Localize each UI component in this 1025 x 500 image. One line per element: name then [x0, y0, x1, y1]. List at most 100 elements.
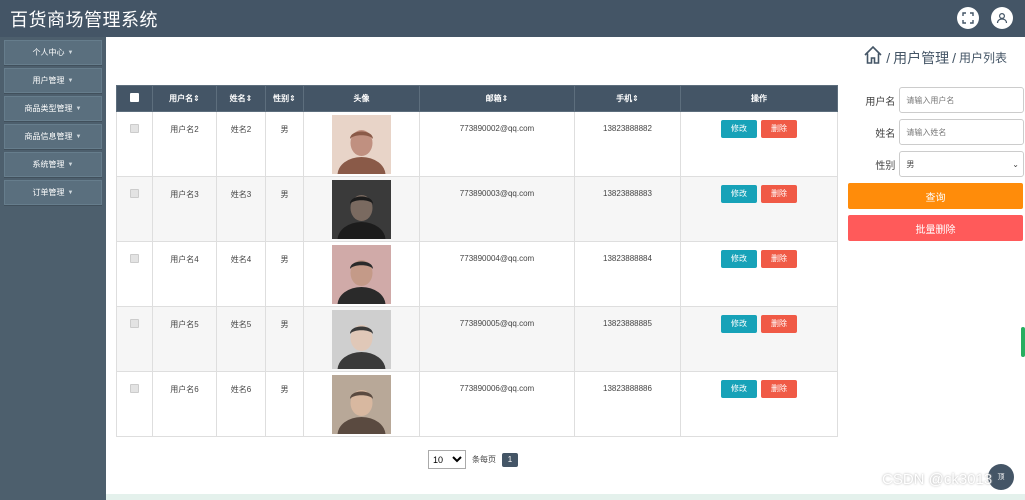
top-icons — [957, 7, 1013, 29]
breadcrumb-separator: / — [886, 49, 891, 66]
cell-username: 用户名4 — [152, 241, 217, 307]
chevron-down-icon: ▼ — [67, 189, 74, 196]
row-checkbox[interactable] — [130, 189, 139, 198]
edit-button[interactable]: 修改 — [721, 315, 757, 333]
cell-avatar — [303, 176, 420, 242]
cell-phone: 13823888882 — [574, 111, 681, 177]
breadcrumb-section[interactable]: 用户管理 — [893, 48, 949, 68]
sidebar-item-system[interactable]: 系统管理 ▼ — [4, 152, 102, 177]
user-avatar-image — [332, 115, 391, 174]
user-avatar-image — [332, 180, 391, 239]
sort-icon[interactable]: ⇕ — [632, 94, 639, 103]
sidebar-item-personal-center[interactable]: 个人中心 ▼ — [4, 40, 102, 65]
fullscreen-icon[interactable] — [957, 7, 979, 29]
sidebar-item-orders[interactable]: 订单管理 ▼ — [4, 180, 102, 205]
row-checkbox[interactable] — [130, 384, 139, 393]
table-row: 用户名6 姓名6 男 773890006@qq.com 13823888886 … — [116, 371, 838, 437]
row-checkbox[interactable] — [130, 319, 139, 328]
column-header-username[interactable]: 用户名⇕ — [152, 85, 217, 112]
cell-actions: 修改 删除 — [680, 176, 838, 242]
sort-icon[interactable]: ⇕ — [193, 94, 200, 103]
cell-name: 姓名4 — [216, 241, 266, 307]
cell-email: 773890004@qq.com — [419, 241, 575, 307]
select-all-checkbox[interactable] — [130, 93, 139, 102]
scrollbar-indicator[interactable] — [1021, 327, 1025, 357]
user-avatar-icon[interactable] — [991, 7, 1013, 29]
cell-username: 用户名5 — [152, 306, 217, 372]
row-checkbox-cell[interactable] — [116, 371, 153, 437]
delete-button[interactable]: 删除 — [761, 380, 797, 398]
cell-username: 用户名3 — [152, 176, 217, 242]
user-table-wrapper: 用户名⇕ 姓名⇕ 性别⇕ 头像 邮箱⇕ 手机⇕ 操作 用户名2 姓名2 男 77… — [116, 85, 838, 437]
home-icon[interactable] — [863, 45, 883, 70]
row-checkbox-cell[interactable] — [116, 176, 153, 242]
column-header-actions: 操作 — [680, 85, 838, 112]
cell-phone: 13823888884 — [574, 241, 681, 307]
table-row: 用户名5 姓名5 男 773890005@qq.com 13823888885 … — [116, 306, 838, 372]
column-header-phone[interactable]: 手机⇕ — [574, 85, 681, 112]
cell-actions: 修改 删除 — [680, 371, 838, 437]
delete-button[interactable]: 删除 — [761, 120, 797, 138]
chevron-down-icon: ▼ — [75, 105, 82, 112]
row-checkbox[interactable] — [130, 254, 139, 263]
row-checkbox-cell[interactable] — [116, 241, 153, 307]
sidebar-item-user-management[interactable]: 用户管理 ▼ — [4, 68, 102, 93]
row-checkbox-cell[interactable] — [116, 111, 153, 177]
delete-button[interactable]: 删除 — [761, 250, 797, 268]
sort-icon[interactable]: ⇕ — [502, 94, 509, 103]
pagination: 10 条每页 1 — [428, 450, 518, 469]
page-number-button[interactable]: 1 — [502, 452, 518, 467]
sort-icon[interactable]: ⇕ — [246, 94, 253, 103]
column-header-gender[interactable]: 性别⇕ — [265, 85, 304, 112]
cell-email: 773890003@qq.com — [419, 176, 575, 242]
cell-actions: 修改 删除 — [680, 306, 838, 372]
chevron-down-icon: ⌄ — [1012, 159, 1019, 169]
username-label: 用户名 — [865, 96, 896, 108]
gender-label: 性别 — [875, 160, 896, 172]
table-header-row: 用户名⇕ 姓名⇕ 性别⇕ 头像 邮箱⇕ 手机⇕ 操作 — [116, 85, 838, 112]
cell-actions: 修改 删除 — [680, 241, 838, 307]
query-button[interactable]: 查询 — [848, 183, 1023, 209]
chevron-down-icon: ▼ — [67, 161, 74, 168]
select-all-checkbox-cell[interactable] — [116, 85, 153, 112]
cell-phone: 13823888885 — [574, 306, 681, 372]
page-size-select[interactable]: 10 — [428, 450, 466, 469]
sidebar-item-label: 商品类型管理 — [24, 104, 73, 113]
name-field-row: 姓名 — [848, 119, 1024, 145]
per-page-label: 条每页 — [472, 455, 496, 464]
user-table: 用户名⇕ 姓名⇕ 性别⇕ 头像 邮箱⇕ 手机⇕ 操作 用户名2 姓名2 男 77… — [116, 85, 838, 437]
batch-delete-button[interactable]: 批量删除 — [848, 215, 1023, 241]
column-header-avatar: 头像 — [303, 85, 420, 112]
username-input[interactable] — [899, 87, 1024, 113]
cell-name: 姓名6 — [216, 371, 266, 437]
delete-button[interactable]: 删除 — [761, 185, 797, 203]
sidebar-item-product-type[interactable]: 商品类型管理 ▼ — [4, 96, 102, 121]
edit-button[interactable]: 修改 — [721, 380, 757, 398]
gender-select-value: 男 — [906, 159, 915, 169]
row-checkbox-cell[interactable] — [116, 306, 153, 372]
edit-button[interactable]: 修改 — [721, 185, 757, 203]
cell-username: 用户名6 — [152, 371, 217, 437]
row-checkbox[interactable] — [130, 124, 139, 133]
user-avatar-image — [332, 245, 391, 304]
bottom-strip — [106, 494, 1025, 500]
cell-email: 773890006@qq.com — [419, 371, 575, 437]
cell-gender: 男 — [265, 371, 304, 437]
cell-name: 姓名3 — [216, 176, 266, 242]
cell-name: 姓名5 — [216, 306, 266, 372]
sidebar-item-product-info[interactable]: 商品信息管理 ▼ — [4, 124, 102, 149]
cell-phone: 13823888886 — [574, 371, 681, 437]
edit-button[interactable]: 修改 — [721, 120, 757, 138]
user-avatar-image — [332, 375, 391, 434]
sort-icon[interactable]: ⇕ — [289, 94, 296, 103]
gender-field-row: 性别 男 ⌄ — [848, 151, 1024, 177]
cell-gender: 男 — [265, 111, 304, 177]
edit-button[interactable]: 修改 — [721, 250, 757, 268]
gender-select[interactable]: 男 ⌄ — [899, 151, 1024, 177]
delete-button[interactable]: 删除 — [761, 315, 797, 333]
column-header-name[interactable]: 姓名⇕ — [216, 85, 266, 112]
user-avatar-image — [332, 310, 391, 369]
column-header-email[interactable]: 邮箱⇕ — [419, 85, 575, 112]
name-input[interactable] — [899, 119, 1024, 145]
cell-gender: 男 — [265, 306, 304, 372]
